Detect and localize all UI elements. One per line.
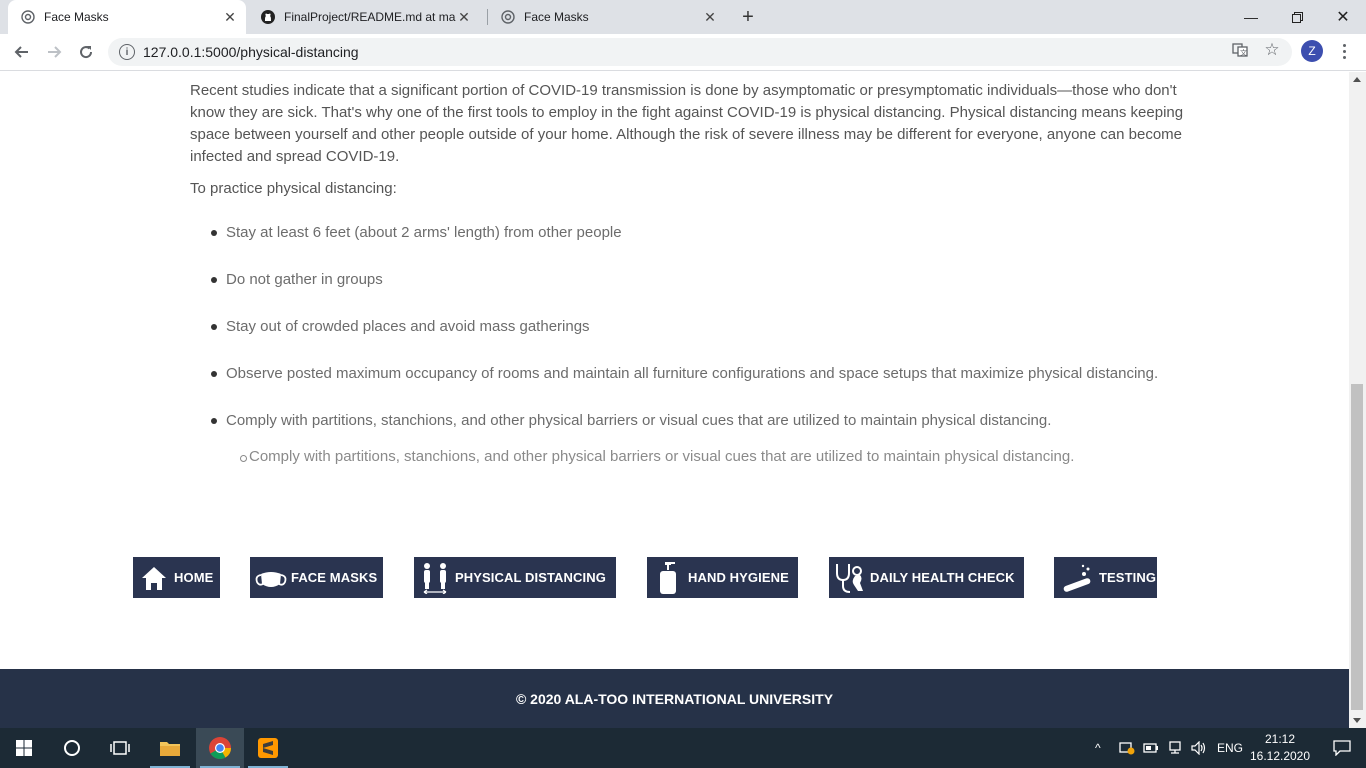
tab-title: Face Masks	[524, 10, 589, 24]
clock-time: 21:12	[1264, 732, 1296, 746]
windows-taskbar: ^ ENG 21:12 16.12.2020	[0, 728, 1366, 768]
list-item: Comply with partitions, stanchions, and …	[190, 410, 1190, 432]
nav-label: HOME	[174, 570, 214, 585]
soap-icon	[651, 561, 685, 595]
list-item: Stay out of crowded places and avoid mas…	[190, 316, 1190, 338]
address-bar[interactable]: i 127.0.0.1:5000/physical-distancing	[108, 38, 1292, 66]
file-explorer-button[interactable]	[146, 728, 194, 768]
footer-text: © 2020 ALA-TOO INTERNATIONAL UNIVERSITY	[515, 690, 834, 707]
forward-button[interactable]	[40, 38, 68, 66]
home-icon	[137, 561, 171, 595]
cortana-icon	[64, 740, 80, 756]
site-footer: © 2020 ALA-TOO INTERNATIONAL UNIVERSITY	[0, 669, 1349, 728]
github-icon	[260, 9, 276, 25]
nav-label: HAND HYGIENE	[688, 570, 789, 585]
task-view-icon	[110, 741, 130, 755]
main-content: Recent studies indicate that a significa…	[190, 80, 1190, 468]
browser-menu-icon[interactable]	[1336, 40, 1352, 62]
tab-title: Face Masks	[44, 10, 109, 24]
list-item: Stay at least 6 feet (about 2 arms' leng…	[190, 222, 1190, 244]
scrollbar-thumb[interactable]	[1351, 384, 1363, 710]
list-item: Do not gather in groups	[190, 269, 1190, 291]
page-scrollbar[interactable]	[1349, 72, 1366, 728]
info-icon[interactable]: i	[119, 44, 135, 60]
tab-close-icon[interactable]: ✕	[702, 9, 718, 25]
lead-paragraph: To practice physical distancing:	[190, 180, 397, 197]
guidelines-list: Stay at least 6 feet (about 2 arms' leng…	[190, 222, 1190, 432]
back-button[interactable]	[8, 38, 36, 66]
sublime-icon	[258, 738, 278, 758]
bookmark-star-icon[interactable]: ☆	[1262, 40, 1282, 60]
language-indicator[interactable]: ENG	[1217, 741, 1243, 755]
nav-face-masks-button[interactable]: FACE MASKS	[250, 557, 383, 598]
network-icon	[1169, 741, 1181, 754]
globe-icon	[500, 9, 516, 25]
reload-button[interactable]	[72, 38, 100, 66]
scroll-up-icon[interactable]	[1353, 77, 1361, 82]
folder-icon	[160, 742, 180, 756]
battery-icon	[1143, 743, 1158, 753]
tab-close-icon[interactable]: ✕	[456, 9, 472, 25]
svg-text:文: 文	[1240, 48, 1247, 57]
notifications-button[interactable]	[1318, 728, 1366, 768]
search-button[interactable]	[48, 728, 96, 768]
tab-close-icon[interactable]: ✕	[222, 9, 238, 25]
start-button[interactable]	[0, 728, 48, 768]
browser-toolbar: i 127.0.0.1:5000/physical-distancing 文 ☆…	[0, 34, 1366, 71]
tab-face-masks-active[interactable]: Face Masks ✕	[8, 0, 246, 34]
system-tray: ^ ENG	[1095, 728, 1243, 768]
intro-paragraph: Recent studies indicate that a significa…	[190, 82, 1184, 165]
topic-nav: HOME FACE MASKS PHYSICAL DISTANCING HAND…	[0, 557, 1349, 599]
nav-physical-distancing-button[interactable]: PHYSICAL DISTANCING	[414, 557, 616, 598]
nav-daily-health-check-button[interactable]: DAILY HEALTH CHECK	[829, 557, 1024, 598]
url-text[interactable]: 127.0.0.1:5000/physical-distancing	[143, 44, 359, 60]
clock-date: 16.12.2020	[1249, 749, 1311, 763]
nav-label: DAILY HEALTH CHECK	[870, 570, 1015, 585]
task-view-button[interactable]	[96, 728, 144, 768]
network-warning-icon	[1119, 742, 1135, 755]
globe-icon	[20, 9, 36, 25]
tab-strip: Face Masks ✕ FinalProject/README.md at m…	[0, 0, 1366, 34]
nav-label: FACE MASKS	[291, 570, 378, 585]
chrome-button[interactable]	[196, 728, 244, 768]
clock[interactable]: 21:12 16.12.2020	[1248, 731, 1312, 765]
nav-testing-button[interactable]: TESTING	[1054, 557, 1157, 598]
sublime-text-button[interactable]	[244, 728, 292, 768]
sub-list-item: Comply with partitions, stanchions, and …	[240, 446, 1190, 468]
distancing-icon	[418, 561, 452, 595]
close-window-button[interactable]: ✕	[1320, 0, 1366, 34]
minimize-button[interactable]: —	[1228, 0, 1274, 34]
notification-icon	[1333, 740, 1351, 756]
nav-label: TESTING	[1099, 570, 1157, 585]
chrome-icon	[209, 737, 231, 759]
restore-button[interactable]	[1274, 0, 1320, 34]
profile-avatar[interactable]: Z	[1301, 40, 1323, 62]
new-tab-button[interactable]: +	[736, 5, 760, 29]
nav-home-button[interactable]: HOME	[133, 557, 220, 598]
translate-icon[interactable]: 文	[1230, 40, 1250, 60]
tab-github-readme[interactable]: FinalProject/README.md at main ✕	[248, 0, 486, 34]
mask-icon	[254, 561, 288, 595]
stethoscope-icon	[833, 561, 867, 595]
list-item: Observe posted maximum occupancy of room…	[190, 363, 1190, 385]
test-tube-icon	[1058, 561, 1096, 595]
nav-label: PHYSICAL DISTANCING	[455, 570, 606, 585]
volume-icon	[1191, 741, 1206, 755]
scroll-down-icon[interactable]	[1353, 718, 1361, 723]
tab-title: FinalProject/README.md at main	[284, 10, 456, 24]
page-viewport: Recent studies indicate that a significa…	[0, 72, 1349, 728]
chevron-up-icon[interactable]: ^	[1095, 741, 1109, 755]
tab-face-masks[interactable]: Face Masks ✕	[488, 0, 726, 34]
nav-hand-hygiene-button[interactable]: HAND HYGIENE	[647, 557, 798, 598]
windows-logo-icon	[16, 740, 32, 756]
